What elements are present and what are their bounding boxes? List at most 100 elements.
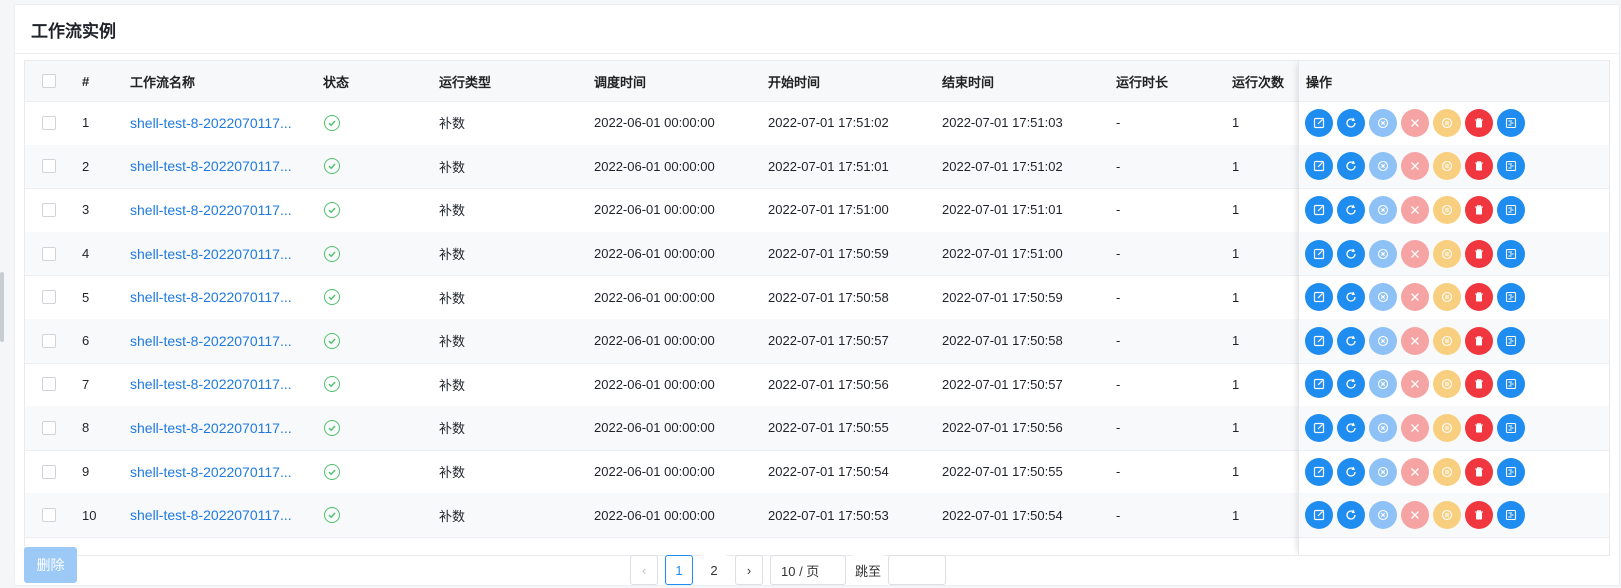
workflow-name-link[interactable]: shell-test-8-2022070117... xyxy=(130,101,292,145)
jump-page-input[interactable] xyxy=(888,555,946,585)
workflow-name-link[interactable]: shell-test-8-2022070117... xyxy=(130,275,292,319)
start-time: 2022-07-01 17:50:56 xyxy=(768,376,889,392)
start-time: 2022-07-01 17:51:01 xyxy=(768,158,889,174)
run-times: 1 xyxy=(1232,289,1240,305)
start-time: 2022-07-01 17:51:02 xyxy=(768,115,889,131)
page-2-button[interactable]: 2 xyxy=(700,555,728,585)
prev-page-button[interactable]: ‹ xyxy=(630,555,658,585)
row-checkbox[interactable] xyxy=(42,246,56,261)
row-checkbox[interactable] xyxy=(42,333,56,348)
run-times: 1 xyxy=(1232,246,1240,262)
row-index: 10 xyxy=(82,507,97,523)
panel-title: 工作流实例 xyxy=(15,5,1619,54)
run-type: 补数 xyxy=(439,508,466,524)
success-circle-icon xyxy=(324,158,340,175)
workflow-name-link[interactable]: shell-test-8-2022070117... xyxy=(130,188,292,232)
end-time: 2022-07-01 17:50:54 xyxy=(942,507,1063,523)
duration: - xyxy=(1116,464,1121,480)
success-circle-icon xyxy=(324,332,340,349)
row-checkbox[interactable] xyxy=(42,290,56,305)
end-time: 2022-07-01 17:50:58 xyxy=(942,333,1063,349)
schedule-time: 2022-06-01 00:00:00 xyxy=(594,289,715,305)
row-checkbox[interactable] xyxy=(42,420,56,435)
run-times: 1 xyxy=(1232,158,1240,174)
start-time: 2022-07-01 17:50:57 xyxy=(768,333,889,349)
header-name: 工作流名称 xyxy=(130,74,196,90)
row-index: 2 xyxy=(82,158,90,174)
page-size-select[interactable]: 10 / 页 xyxy=(770,555,846,585)
run-type: 补数 xyxy=(439,159,466,175)
duration: - xyxy=(1116,202,1121,218)
workflow-name-link[interactable]: shell-test-8-2022070117... xyxy=(130,363,292,407)
duration: - xyxy=(1116,333,1121,349)
row-index: 3 xyxy=(82,202,90,218)
workflow-name-link[interactable]: shell-test-8-2022070117... xyxy=(130,450,292,494)
schedule-time: 2022-06-01 00:00:00 xyxy=(594,115,715,131)
success-circle-icon xyxy=(324,419,340,436)
batch-delete-button[interactable]: 删除 xyxy=(24,547,77,583)
run-times: 1 xyxy=(1232,333,1240,349)
page-1-button[interactable]: 1 xyxy=(665,555,693,585)
end-time: 2022-07-01 17:51:03 xyxy=(942,115,1063,131)
header-start-time: 开始时间 xyxy=(768,74,821,90)
workflow-instance-table: # 工作流名称 状态 运行类型 调度时间 开始时间 结束时间 运行时长 运行次数… xyxy=(24,60,1610,556)
next-page-button[interactable]: › xyxy=(735,555,763,585)
row-index: 1 xyxy=(82,115,90,131)
row-checkbox[interactable] xyxy=(42,464,56,479)
run-times: 1 xyxy=(1232,464,1240,480)
duration: - xyxy=(1116,115,1121,131)
header-end-time: 结束时间 xyxy=(942,74,995,90)
end-time: 2022-07-01 17:50:57 xyxy=(942,376,1063,392)
success-circle-icon xyxy=(324,245,340,262)
end-time: 2022-07-01 17:50:56 xyxy=(942,420,1063,436)
left-scroll-handle[interactable] xyxy=(0,272,4,342)
run-type: 补数 xyxy=(439,465,466,481)
row-checkbox[interactable] xyxy=(42,202,56,217)
run-type: 补数 xyxy=(439,334,466,350)
run-type: 补数 xyxy=(439,247,466,263)
run-times: 1 xyxy=(1232,376,1240,392)
workflow-name-link[interactable]: shell-test-8-2022070117... xyxy=(130,493,292,537)
success-circle-icon xyxy=(324,201,340,218)
header-run-type: 运行类型 xyxy=(439,74,492,90)
row-index: 8 xyxy=(82,420,90,436)
chevron-right-icon: › xyxy=(746,562,752,578)
end-time: 2022-07-01 17:50:59 xyxy=(942,289,1063,305)
schedule-time: 2022-06-01 00:00:00 xyxy=(594,158,715,174)
start-time: 2022-07-01 17:50:54 xyxy=(768,464,889,480)
row-index: 6 xyxy=(82,333,90,349)
workflow-name-link[interactable]: shell-test-8-2022070117... xyxy=(130,145,292,189)
schedule-time: 2022-06-01 00:00:00 xyxy=(594,464,715,480)
duration: - xyxy=(1116,289,1121,305)
duration: - xyxy=(1116,246,1121,262)
run-type: 补数 xyxy=(439,421,466,437)
start-time: 2022-07-01 17:50:53 xyxy=(768,507,889,523)
success-circle-icon xyxy=(324,289,340,306)
success-circle-icon xyxy=(324,376,340,393)
select-all-checkbox[interactable] xyxy=(42,74,56,88)
end-time: 2022-07-01 17:51:01 xyxy=(942,202,1063,218)
duration: - xyxy=(1116,507,1121,523)
run-type: 补数 xyxy=(439,377,466,393)
end-time: 2022-07-01 17:50:55 xyxy=(942,464,1063,480)
row-checkbox[interactable] xyxy=(42,159,56,174)
run-times: 1 xyxy=(1232,202,1240,218)
start-time: 2022-07-01 17:51:00 xyxy=(768,202,889,218)
workflow-name-link[interactable]: shell-test-8-2022070117... xyxy=(130,319,292,363)
workflow-name-link[interactable]: shell-test-8-2022070117... xyxy=(130,232,292,276)
success-circle-icon xyxy=(324,507,340,524)
row-checkbox[interactable] xyxy=(42,115,56,130)
row-index: 7 xyxy=(82,376,90,392)
schedule-time: 2022-06-01 00:00:00 xyxy=(594,333,715,349)
workflow-name-link[interactable]: shell-test-8-2022070117... xyxy=(130,406,292,450)
schedule-time: 2022-06-01 00:00:00 xyxy=(594,376,715,392)
schedule-time: 2022-06-01 00:00:00 xyxy=(594,420,715,436)
row-index: 9 xyxy=(82,464,90,480)
operation-column xyxy=(1298,61,1609,555)
header-state: 状态 xyxy=(323,74,350,90)
row-checkbox[interactable] xyxy=(42,377,56,392)
run-type: 补数 xyxy=(439,203,466,219)
duration: - xyxy=(1116,158,1121,174)
start-time: 2022-07-01 17:50:59 xyxy=(768,246,889,262)
row-checkbox[interactable] xyxy=(42,508,56,523)
